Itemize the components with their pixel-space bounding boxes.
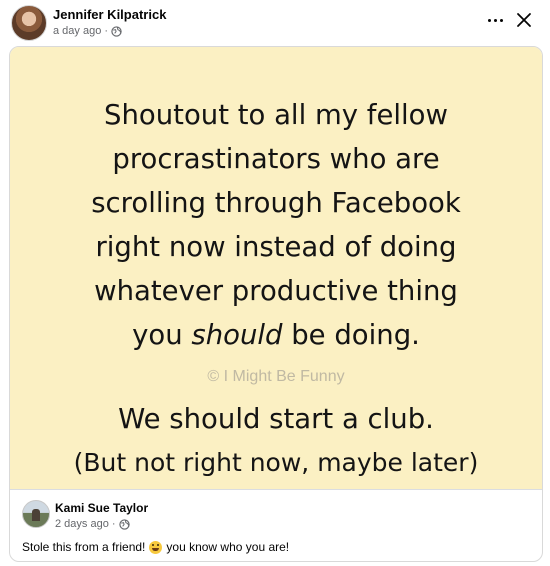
post-image[interactable]: Shoutout to all my fellow procrastinator… [10, 47, 542, 489]
avatar[interactable] [11, 5, 47, 41]
more-dot [494, 19, 497, 22]
globe-icon [118, 518, 130, 530]
post-meta: a day ago · [53, 25, 122, 37]
globe-icon [111, 25, 122, 37]
image-text-line: (But not right now, maybe later) [73, 448, 479, 477]
more-horizontal-icon [488, 19, 491, 22]
shared-post-card[interactable]: Shoutout to all my fellow procrastinator… [9, 46, 543, 562]
image-text-line: Shoutout to all my fellow [104, 99, 448, 131]
caption-text: Stole this from a friend! [22, 540, 146, 554]
laughing-emoji-icon [149, 540, 163, 554]
post-meta: 2 days ago · [55, 518, 130, 530]
image-main-text: Shoutout to all my fellow procrastinator… [10, 93, 542, 357]
image-text-emphasis: should [191, 319, 283, 351]
post-caption: Stole this from a friend! you know who y… [22, 540, 289, 554]
post-header: Jennifer Kilpatrick a day ago · [0, 0, 550, 46]
author-name[interactable]: Jennifer Kilpatrick [53, 7, 166, 22]
caption-text: you know who you are! [166, 540, 290, 554]
image-watermark: © I Might Be Funny [207, 368, 345, 385]
image-text-line: scrolling through Facebook [91, 187, 461, 219]
image-text-line: you should be doing. [10, 313, 542, 357]
more-dot [500, 19, 503, 22]
shared-post-info: Kami Sue Taylor 2 days ago · Stole this … [10, 490, 542, 561]
more-options-button[interactable] [484, 10, 506, 30]
close-icon[interactable] [513, 9, 535, 31]
author-name[interactable]: Kami Sue Taylor [55, 501, 148, 515]
image-text-line: whatever productive thing [94, 275, 458, 307]
image-text-fragment: you [132, 319, 192, 351]
meta-separator: · [104, 25, 108, 37]
image-text-line: We should start a club. [118, 403, 434, 435]
timestamp[interactable]: a day ago [53, 25, 101, 37]
timestamp[interactable]: 2 days ago [55, 518, 109, 530]
image-text-line: right now instead of doing [95, 231, 457, 263]
image-text-line: procrastinators who are [112, 143, 440, 175]
image-text-fragment: be doing. [282, 319, 420, 351]
avatar[interactable] [22, 500, 50, 528]
meta-separator: · [111, 518, 116, 530]
